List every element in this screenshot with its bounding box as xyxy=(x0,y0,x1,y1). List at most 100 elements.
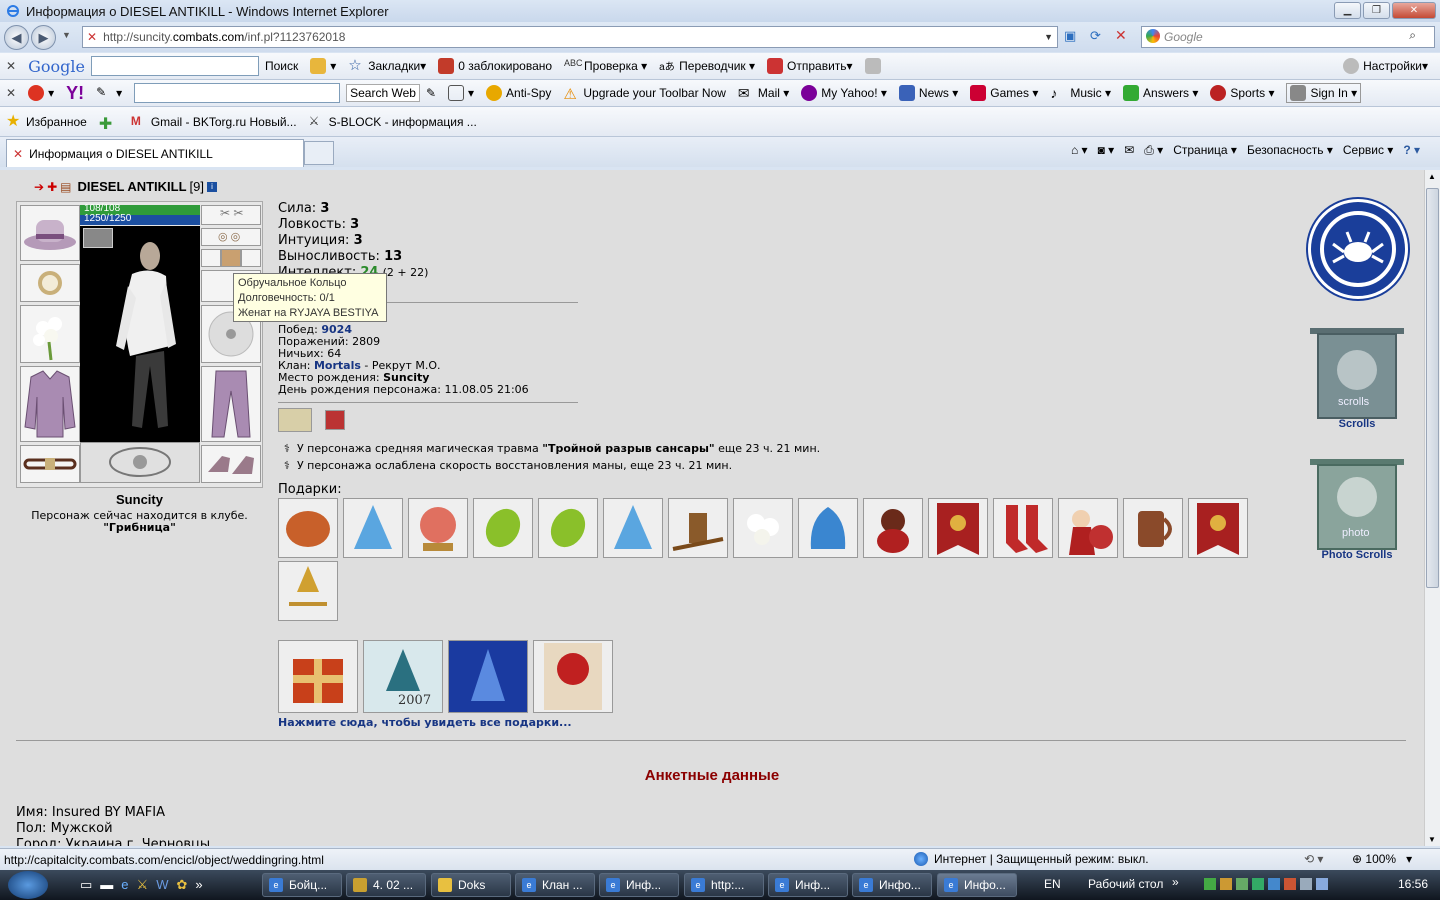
signin-button[interactable]: Sign In ▾ xyxy=(1286,83,1362,103)
taskbar-button-6[interactable]: e http:... xyxy=(684,873,764,897)
myyahoo-button[interactable]: My Yahoo! ▾ xyxy=(801,85,887,101)
armor-slot[interactable] xyxy=(20,366,80,442)
card-2007[interactable]: 2007 xyxy=(363,640,443,713)
network-icon[interactable] xyxy=(1300,878,1312,890)
favorite-item-gmail[interactable]: M Gmail - BKTorg.ru Новый... xyxy=(131,114,297,130)
print-icon[interactable]: ⎙ ▾ xyxy=(1144,143,1163,158)
tray-icon-6[interactable] xyxy=(1284,878,1296,890)
taskbar-button-active[interactable]: e Инфо... xyxy=(937,873,1017,897)
tray-icon-2[interactable] xyxy=(1220,878,1232,890)
character-avatar[interactable] xyxy=(80,226,200,442)
sports-button[interactable]: Sports ▾ xyxy=(1210,85,1274,101)
scroll-up-icon[interactable]: ▲ xyxy=(1428,172,1436,181)
desktop-more-icon[interactable]: » xyxy=(1172,875,1179,889)
clan-badge-icon[interactable] xyxy=(83,228,113,248)
bracelet-slot[interactable] xyxy=(20,264,80,302)
gift-snowglobe[interactable] xyxy=(408,498,468,558)
taskbar-button-5[interactable]: e Инф... xyxy=(599,873,679,897)
taskbar-button-2[interactable]: 4. 02 ... xyxy=(346,873,426,897)
card-red-heart[interactable] xyxy=(533,640,613,713)
gift-mug[interactable] xyxy=(1123,498,1183,558)
zoom-control[interactable]: ⊕ 100% ▾ xyxy=(1352,852,1412,866)
yahoo-logo-icon[interactable]: Y! xyxy=(66,83,84,104)
info-icon[interactable]: i xyxy=(207,181,217,192)
card-blue-tree[interactable] xyxy=(448,640,528,713)
tools-menu[interactable]: Сервис ▾ xyxy=(1343,143,1393,158)
gift-santa[interactable] xyxy=(1058,498,1118,558)
ring-slot-1[interactable] xyxy=(201,249,221,267)
tray-icon-3[interactable] xyxy=(1236,878,1248,890)
gift-green-gem[interactable] xyxy=(473,498,533,558)
ring-slot-row[interactable]: ◎ ◎ xyxy=(201,228,261,246)
google-search-button[interactable]: Поиск xyxy=(265,59,298,73)
gift-white-flowers[interactable] xyxy=(733,498,793,558)
desktop-toolbar[interactable]: Рабочий стол xyxy=(1088,877,1163,891)
security-menu[interactable]: Безопасность ▾ xyxy=(1247,143,1333,158)
effect-shield-icon[interactable] xyxy=(325,410,345,430)
scroll-down-icon[interactable]: ▼ xyxy=(1428,835,1436,844)
photo-scrolls-link[interactable]: Photo Scrolls xyxy=(1306,549,1408,561)
ring-slot-2[interactable] xyxy=(221,249,241,267)
forward-button[interactable]: ▶ xyxy=(31,25,56,50)
add-favorite-icon[interactable]: ✚ xyxy=(99,114,119,133)
gift-red-banner-2[interactable] xyxy=(1188,498,1248,558)
language-indicator[interactable]: EN xyxy=(1044,877,1061,891)
clan-emblem-icon[interactable] xyxy=(1308,199,1408,299)
games-button[interactable]: Games ▾ xyxy=(970,85,1038,101)
translate-button[interactable]: aあ Переводчик ▾ xyxy=(659,58,755,74)
google-settings-button[interactable]: Настройки ▾ xyxy=(1343,58,1428,74)
highlight-button[interactable] xyxy=(864,58,885,74)
google-extras-button[interactable]: ▾ xyxy=(310,58,336,74)
taskbar-button-4[interactable]: e Клан ... xyxy=(515,873,595,897)
gift-amber[interactable] xyxy=(278,498,338,558)
gift-teddy[interactable] xyxy=(863,498,923,558)
effect-rings-icon[interactable] xyxy=(278,408,312,432)
gift-socks[interactable] xyxy=(993,498,1053,558)
music-button[interactable]: ♪ Music ▾ xyxy=(1050,85,1111,101)
gift-golden-tree[interactable] xyxy=(278,561,338,621)
read-mail-icon[interactable]: ✉ xyxy=(1124,143,1134,158)
yahoo-search-button[interactable]: Search Web xyxy=(346,84,420,102)
quicklaunch-word-icon[interactable]: W xyxy=(156,877,168,893)
tools-slot[interactable]: ✂ ✂ xyxy=(201,205,261,225)
scrolls-link[interactable]: Scrolls xyxy=(1306,418,1408,430)
close-button[interactable]: ✕ xyxy=(1392,2,1436,19)
tray-icon-1[interactable] xyxy=(1204,878,1216,890)
scrollbar-thumb[interactable] xyxy=(1426,188,1439,588)
url-dropdown-icon[interactable]: ▼ xyxy=(1044,32,1053,42)
start-button-icon[interactable] xyxy=(8,871,48,899)
taskbar-button-3[interactable]: Doks xyxy=(431,873,511,897)
quicklaunch-more-icon[interactable]: » xyxy=(195,877,202,893)
quicklaunch-app-icon[interactable]: ✿ xyxy=(176,877,187,893)
upgrade-toolbar-button[interactable]: ⚠ Upgrade your Toolbar Now xyxy=(563,85,726,103)
weapon-slot[interactable] xyxy=(20,305,80,363)
popup-blocker-button[interactable]: 0 заблокировано xyxy=(438,58,552,74)
ring-slot-3[interactable] xyxy=(241,249,261,267)
refresh-icon[interactable]: ⟳ xyxy=(1090,28,1101,44)
minimize-button[interactable]: ▁ xyxy=(1334,2,1361,19)
stop-icon[interactable]: ✕ xyxy=(1115,27,1127,44)
maximize-button[interactable]: ❐ xyxy=(1363,2,1390,19)
tab-active[interactable]: ✕ Информация о DIESEL ANTIKILL xyxy=(6,139,304,167)
security-zone[interactable]: Интернет | Защищенный режим: выкл. xyxy=(934,852,1149,866)
belt-slot[interactable] xyxy=(20,445,80,483)
home-icon[interactable]: ⌂ ▾ xyxy=(1071,143,1088,158)
volume-icon[interactable] xyxy=(1316,878,1328,890)
new-tab-button[interactable] xyxy=(304,141,334,165)
news-button[interactable]: News ▾ xyxy=(898,85,958,101)
yahoo-c-button[interactable]: ▾ xyxy=(28,85,54,101)
send-button[interactable]: Отправить ▾ xyxy=(767,58,853,74)
search-icon[interactable]: ⌕ xyxy=(1409,28,1416,43)
helmet-slot[interactable] xyxy=(20,205,80,261)
gift-ice-tree[interactable] xyxy=(343,498,403,558)
yahoo-highlight-icon[interactable]: ✎ xyxy=(426,86,436,100)
bookmarks-button[interactable]: ☆ Закладки ▾ xyxy=(348,58,426,74)
photo-scrolls-banner-icon[interactable]: photo xyxy=(1306,455,1408,551)
quicklaunch-sword-icon[interactable]: ⚔ xyxy=(137,877,149,893)
feeds-icon[interactable]: ◙ ▾ xyxy=(1098,143,1115,158)
gift-blue-bag[interactable] xyxy=(798,498,858,558)
boots-slot[interactable] xyxy=(201,445,261,483)
page-menu[interactable]: Страница ▾ xyxy=(1173,143,1237,158)
answers-button[interactable]: Answers ▾ xyxy=(1123,85,1198,101)
yahoo-search-input[interactable] xyxy=(134,83,341,103)
